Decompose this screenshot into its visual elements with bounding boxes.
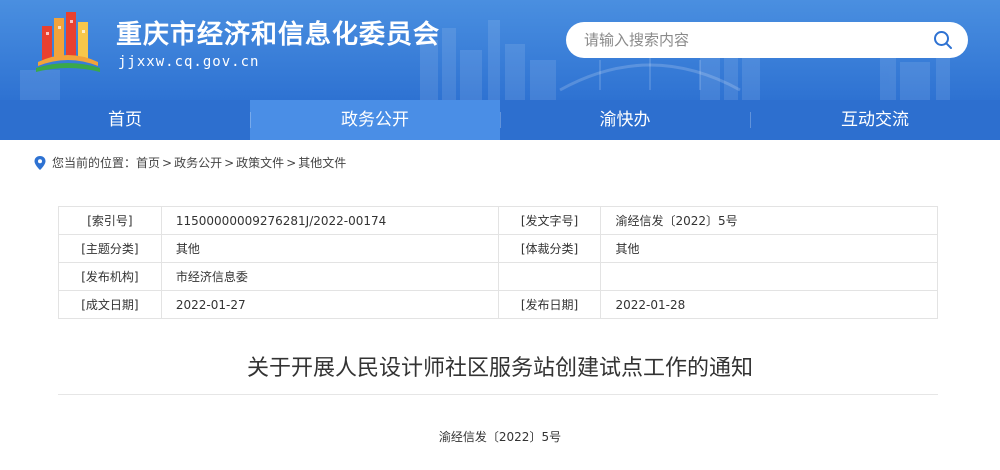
metadata-label-index-number: [索引号] bbox=[58, 206, 162, 235]
metadata-value-genre-category: 其他 bbox=[600, 234, 938, 263]
breadcrumb: 您当前的位置： 首页 > 政务公开 > 政策文件 > 其他文件 bbox=[34, 154, 346, 171]
search-input[interactable] bbox=[584, 31, 932, 49]
breadcrumb-separator: > bbox=[162, 155, 173, 170]
metadata-row: [成文日期] 2022-01-27 [发布日期] 2022-01-28 bbox=[58, 290, 938, 319]
nav-item-yukuaiban[interactable]: 渝快办 bbox=[500, 100, 750, 140]
metadata-empty-cell bbox=[497, 262, 602, 291]
nav-item-interaction[interactable]: 互动交流 bbox=[750, 100, 1000, 140]
metadata-row: [索引号] 11500000009276281J/2022-00174 [发文字… bbox=[58, 206, 938, 235]
location-pin-icon bbox=[34, 155, 46, 170]
metadata-label-issuing-agency: [发布机构] bbox=[58, 262, 162, 291]
metadata-label-document-number: [发文字号] bbox=[497, 206, 602, 235]
metadata-value-index-number: 11500000009276281J/2022-00174 bbox=[160, 206, 499, 235]
document-metadata-table: [索引号] 11500000009276281J/2022-00174 [发文字… bbox=[58, 206, 938, 319]
document-number: 渝经信发〔2022〕5号 bbox=[438, 430, 562, 444]
metadata-value-subject-category: 其他 bbox=[160, 234, 499, 263]
metadata-label-genre-category: [体裁分类] bbox=[497, 234, 602, 263]
metadata-value-issuing-agency: 市经济信息委 bbox=[160, 262, 499, 291]
breadcrumb-item-home[interactable]: 首页 bbox=[136, 154, 160, 171]
main-nav: 首页 政务公开 渝快办 互动交流 bbox=[0, 100, 1000, 140]
site-domain: jjxxw.cq.gov.cn bbox=[118, 54, 260, 70]
breadcrumb-item-government-affairs[interactable]: 政务公开 bbox=[174, 154, 222, 171]
metadata-label-publish-date: [发布日期] bbox=[497, 290, 602, 319]
search-icon[interactable] bbox=[932, 29, 954, 51]
site-header: 重庆市经济和信息化委员会 jjxxw.cq.gov.cn bbox=[0, 0, 1000, 100]
breadcrumb-separator: > bbox=[286, 155, 297, 170]
metadata-row: [主题分类] 其他 [体裁分类] 其他 bbox=[58, 234, 938, 263]
nav-item-home[interactable]: 首页 bbox=[0, 100, 250, 140]
metadata-empty-cell bbox=[600, 262, 938, 291]
metadata-value-document-number: 渝经信发〔2022〕5号 bbox=[600, 206, 938, 235]
document-title: 关于开展人民设计师社区服务站创建试点工作的通知 bbox=[246, 356, 753, 381]
nav-item-government-affairs[interactable]: 政务公开 bbox=[250, 100, 500, 140]
metadata-row: [发布机构] 市经济信息委 bbox=[58, 262, 938, 291]
city-skyline-logo-icon[interactable] bbox=[32, 8, 104, 80]
site-title[interactable]: 重庆市经济和信息化委员会 bbox=[116, 14, 440, 51]
metadata-label-subject-category: [主题分类] bbox=[58, 234, 162, 263]
search-bar bbox=[566, 22, 968, 58]
metadata-value-publish-date: 2022-01-28 bbox=[600, 290, 938, 319]
metadata-label-written-date: [成文日期] bbox=[58, 290, 162, 319]
breadcrumb-separator: > bbox=[224, 155, 235, 170]
breadcrumb-item-other-documents[interactable]: 其他文件 bbox=[298, 154, 346, 171]
title-divider bbox=[58, 394, 938, 395]
breadcrumb-prefix: 您当前的位置： bbox=[52, 156, 137, 170]
metadata-value-written-date: 2022-01-27 bbox=[160, 290, 499, 319]
breadcrumb-item-policy-documents[interactable]: 政策文件 bbox=[236, 154, 284, 171]
